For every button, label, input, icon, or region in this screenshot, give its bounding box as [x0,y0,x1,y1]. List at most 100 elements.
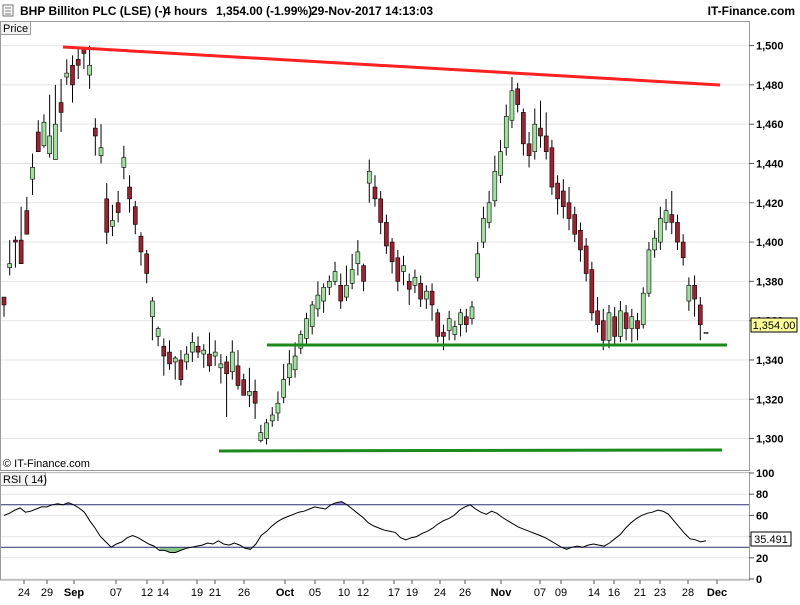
time-tick-label: 05 [309,587,321,599]
candle-body [435,312,441,337]
timestamp: 29-Nov-2017 14:13:03 [311,4,433,18]
candle-body [30,167,35,180]
price-tick-label: 1,300 [756,434,784,446]
candle-body [658,218,663,243]
candle-body [13,239,18,243]
candle-body [224,361,229,375]
candle-body [98,147,104,156]
candle-body [218,363,224,369]
time-tick-label: 21 [209,587,221,599]
candle-body [481,218,486,243]
candle-body [172,357,178,363]
time-tick-label: Dec [707,587,727,599]
rsi-tick-label: 80 [756,489,768,501]
time-tick-label: 24 [434,587,446,599]
time-tick-label: 19 [406,587,418,599]
candle-body [463,316,469,325]
time-tick-label: 21 [634,587,646,599]
candle-body [589,269,595,314]
candle-body [47,135,52,154]
candle-body [555,182,560,200]
candle-body [418,283,423,300]
candle-body [207,353,212,367]
price-tick-label: 1,340 [756,355,784,367]
candle-body [686,284,692,302]
candle-body [401,265,406,272]
price-tick-label: 1,480 [756,80,784,92]
rsi-value: 35.491 [754,534,788,546]
candle-body [629,316,635,329]
candle-body [35,131,41,152]
candle-body [429,290,435,306]
price-tick-label: 1,420 [756,198,784,210]
chart-window: BHP Billiton PLC (LSE) (-) 4 hours 1,354… [0,0,800,600]
candle-body [64,72,70,78]
candle-body [458,312,463,325]
time-tick-label: Nov [491,587,513,599]
price-axis: 1,3001,3201,3401,3601,3801,4001,4201,440… [749,41,784,446]
price-tick-label: 1,500 [756,41,784,53]
candle-body [595,310,600,325]
price-tick-label: 1,320 [756,394,784,406]
rsi-tick-label: 100 [756,468,774,480]
last-price-change: 1,354.00 (-1.99%) [216,4,312,18]
candle-body [241,379,247,396]
candle-body [235,365,241,386]
candle-body [132,206,138,225]
candle-body [669,214,675,223]
candle-body [680,241,686,259]
time-tick-label: 12 [141,587,153,599]
rsi-tick-label: 60 [756,510,768,522]
candle-body [509,90,515,121]
candle-body [389,241,395,263]
candle-body [412,277,418,286]
candle [640,287,646,329]
candle-body [618,310,623,337]
candle-body [503,116,509,149]
candle-body [566,202,572,219]
candle-body [53,123,58,160]
candle-body [492,171,498,202]
candle-body [161,345,167,357]
candle-body [675,222,680,243]
rsi-value-tag: 35.491 [750,531,792,547]
candle-body [93,127,98,137]
menu-icon[interactable] [2,4,14,17]
candle-body [269,414,275,422]
price-tick-label: 1,380 [756,276,784,288]
time-tick-label: 07 [110,587,122,599]
candle-body [338,284,344,302]
candle-body [646,249,652,294]
last-price-value: 1,354.00 [753,320,796,332]
candle-body [155,328,161,337]
candle-body [190,341,195,353]
price-tick-label: 1,400 [756,237,784,249]
candle-body [229,351,235,373]
candle-body [178,359,184,380]
candle-body [640,292,646,325]
brand-name: IT-Finance.com [708,4,795,18]
candle-body [663,210,669,223]
time-tick-label: 19 [191,587,203,599]
candle-body [321,286,326,302]
candle-body [264,422,269,439]
candle-body [104,198,110,233]
support-line-lower[interactable] [218,448,723,453]
rsi-tick-label: 20 [756,553,768,565]
candle-body [692,284,697,300]
candle-body [18,239,24,264]
candle-body [372,186,378,200]
candle-body [247,391,252,396]
candle-body [292,355,298,371]
candle-body [600,320,606,341]
time-tick-label: Sep [64,587,84,599]
candle-body [252,391,258,404]
candle-body [697,304,703,325]
candle-body [606,312,612,341]
chart-canvas: BHP Billiton PLC (LSE) (-) 4 hours 1,354… [0,0,800,599]
candle-body [41,121,47,147]
time-tick-label: 26 [459,587,471,599]
candle-body [355,251,361,264]
candle-body [24,210,30,235]
price-panel [0,21,750,471]
